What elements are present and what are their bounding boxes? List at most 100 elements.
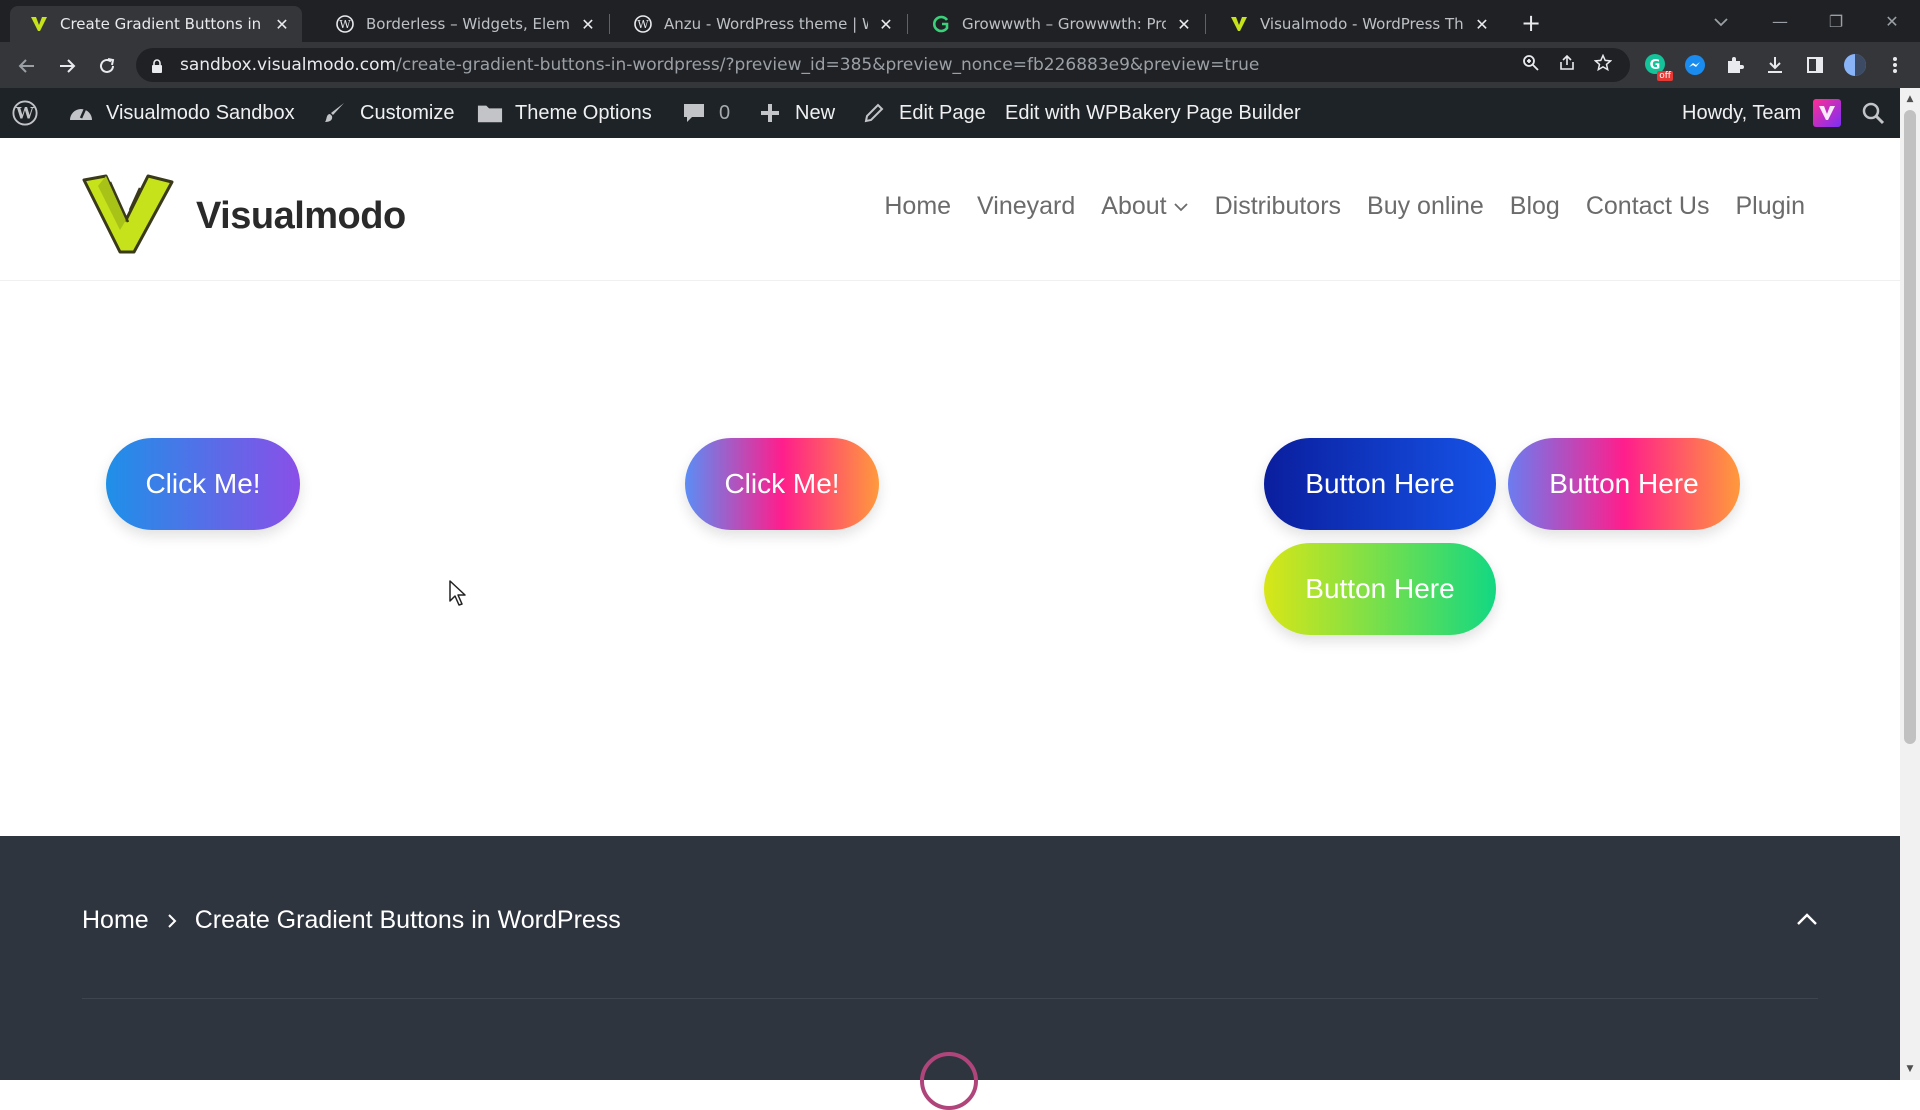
comment-bubble-icon — [681, 100, 707, 126]
new-content-menu[interactable]: New — [757, 88, 835, 138]
url-domain: sandbox.visualmodo.com — [180, 55, 397, 75]
pencil-icon — [861, 100, 887, 126]
browser-toolbar: sandbox.visualmodo.com/create-gradient-b… — [0, 42, 1920, 88]
site-name-menu[interactable]: Visualmodo Sandbox — [68, 88, 295, 138]
mouse-cursor-icon — [449, 580, 466, 606]
extensions-puzzle-icon[interactable] — [1720, 50, 1750, 80]
messenger-extension-icon[interactable] — [1680, 50, 1710, 80]
main-navigation: Home Vineyard About Distributors Buy onl… — [884, 192, 1805, 221]
nav-distributors[interactable]: Distributors — [1215, 192, 1341, 221]
gradient-button-navy[interactable]: Button Here — [1264, 438, 1496, 530]
address-bar[interactable]: sandbox.visualmodo.com/create-gradient-b… — [136, 48, 1630, 82]
new-tab-button[interactable]: + — [1516, 8, 1546, 38]
nav-home[interactable]: Home — [884, 192, 951, 221]
extension-badge: off — [1657, 71, 1673, 81]
svg-text:W: W — [339, 18, 351, 31]
browser-tab-strip: Create Gradient Buttons in WordPress ✕ W… — [0, 0, 1920, 42]
browser-tab-1[interactable]: Create Gradient Buttons in WordPress ✕ — [10, 6, 302, 42]
browser-tab-5[interactable]: Visualmodo - WordPress Themes ✕ — [1210, 6, 1502, 42]
visualmodo-favicon-icon — [30, 15, 48, 33]
theme-options-label: Theme Options — [515, 101, 652, 124]
customize-label: Customize — [360, 101, 455, 124]
page-content: Click Me! Click Me! Button Here Button H… — [0, 281, 1900, 836]
reload-icon[interactable] — [92, 51, 122, 81]
tab-title: Anzu - WordPress theme | WordPress — [664, 15, 868, 33]
tab-title: Borderless – Widgets, Elements, Template… — [366, 15, 570, 33]
close-tab-icon[interactable]: ✕ — [578, 14, 598, 34]
paintbrush-icon — [322, 100, 348, 126]
nav-plugin[interactable]: Plugin — [1736, 192, 1806, 221]
nav-about-label: About — [1101, 192, 1167, 220]
dashboard-gauge-icon — [68, 100, 94, 126]
wp-logo-menu[interactable]: W — [12, 88, 38, 138]
profile-avatar-icon[interactable] — [1840, 50, 1870, 80]
omnibox-actions — [1522, 48, 1613, 82]
admin-search[interactable] — [1860, 88, 1886, 138]
folder-icon — [477, 100, 503, 126]
nav-buy-online[interactable]: Buy online — [1367, 192, 1484, 221]
tab-divider — [907, 14, 908, 34]
breadcrumb-home[interactable]: Home — [82, 906, 149, 935]
scroll-down-arrow-icon[interactable]: ▼ — [1900, 1060, 1920, 1078]
bookmark-star-icon[interactable] — [1593, 53, 1613, 76]
close-tab-icon[interactable]: ✕ — [1472, 14, 1492, 34]
nav-blog[interactable]: Blog — [1510, 192, 1560, 221]
wordpress-favicon-icon: W — [336, 15, 354, 33]
minimize-icon[interactable]: — — [1752, 12, 1808, 31]
back-icon[interactable] — [12, 51, 42, 81]
share-icon[interactable] — [1558, 54, 1576, 76]
user-avatar — [1813, 99, 1842, 127]
gradient-button-blue-purple[interactable]: Click Me! — [106, 438, 300, 530]
customize-link[interactable]: Customize — [322, 88, 454, 138]
browser-tab-4[interactable]: Growwwth – Growwwth: Program ✕ — [912, 6, 1204, 42]
tab-search-icon[interactable] — [1706, 8, 1736, 36]
chrome-menu-icon[interactable] — [1880, 50, 1910, 80]
wpbakery-label: Edit with WPBakery Page Builder — [1005, 101, 1301, 124]
download-icon[interactable] — [1760, 50, 1790, 80]
gradient-button-lime-green[interactable]: Button Here — [1264, 543, 1496, 635]
tab-title: Create Gradient Buttons in WordPress — [60, 15, 264, 33]
forward-icon[interactable] — [52, 51, 82, 81]
restore-icon[interactable]: ❐ — [1808, 12, 1864, 31]
comments-link[interactable]: 0 — [681, 88, 730, 138]
visualmodo-logo-icon — [82, 174, 174, 258]
chevron-up-icon[interactable] — [1794, 906, 1820, 932]
lock-icon[interactable] — [150, 58, 164, 73]
site-header: Visualmodo Home Vineyard About Distribut… — [0, 138, 1900, 281]
zoom-icon[interactable] — [1522, 54, 1540, 76]
tab-title: Growwwth – Growwwth: Program — [962, 15, 1166, 33]
close-tab-icon[interactable]: ✕ — [1174, 14, 1194, 34]
page-footer: Home Create Gradient Buttons in WordPres… — [0, 836, 1900, 1110]
gradient-button-purple-pink[interactable]: Button Here — [1508, 438, 1740, 530]
close-tab-icon[interactable]: ✕ — [876, 14, 896, 34]
side-panel-icon[interactable] — [1800, 50, 1830, 80]
brand-name: Visualmodo — [196, 194, 406, 237]
close-tab-icon[interactable]: ✕ — [272, 14, 292, 34]
edit-page-label: Edit Page — [899, 101, 986, 124]
breadcrumb: Home Create Gradient Buttons in WordPres… — [82, 906, 621, 935]
chevron-down-icon — [1173, 202, 1188, 211]
comments-count: 0 — [719, 101, 731, 124]
url-text: sandbox.visualmodo.com/create-gradient-b… — [180, 55, 1259, 75]
chevron-right-icon — [167, 913, 177, 928]
theme-options-link[interactable]: Theme Options — [477, 88, 652, 138]
scroll-up-arrow-icon[interactable]: ▲ — [1900, 90, 1920, 108]
scroll-thumb[interactable] — [1904, 110, 1916, 744]
growwwth-favicon-icon — [932, 15, 950, 33]
gradient-button-pink-orange[interactable]: Click Me! — [685, 438, 879, 530]
browser-tab-2[interactable]: W Borderless – Widgets, Elements, Templa… — [316, 6, 608, 42]
nav-contact-us[interactable]: Contact Us — [1586, 192, 1710, 221]
footer-divider — [82, 998, 1818, 999]
my-account-menu[interactable]: Howdy, Team — [1682, 88, 1842, 138]
browser-tab-3[interactable]: W Anzu - WordPress theme | WordPress ✕ — [614, 6, 906, 42]
window-controls: — ❐ ✕ — [1752, 0, 1920, 42]
nav-vineyard[interactable]: Vineyard — [977, 192, 1075, 221]
grammarly-extension-icon[interactable]: G off — [1640, 50, 1673, 81]
site-logo[interactable]: Visualmodo — [82, 174, 406, 258]
edit-page-link[interactable]: Edit Page — [861, 88, 986, 138]
wpbakery-link[interactable]: Edit with WPBakery Page Builder — [1005, 88, 1301, 138]
window-close-icon[interactable]: ✕ — [1864, 12, 1920, 31]
page-scrollbar[interactable]: ▲ ▼ — [1900, 88, 1920, 1080]
nav-about[interactable]: About — [1101, 192, 1188, 221]
svg-text:W: W — [15, 104, 34, 123]
